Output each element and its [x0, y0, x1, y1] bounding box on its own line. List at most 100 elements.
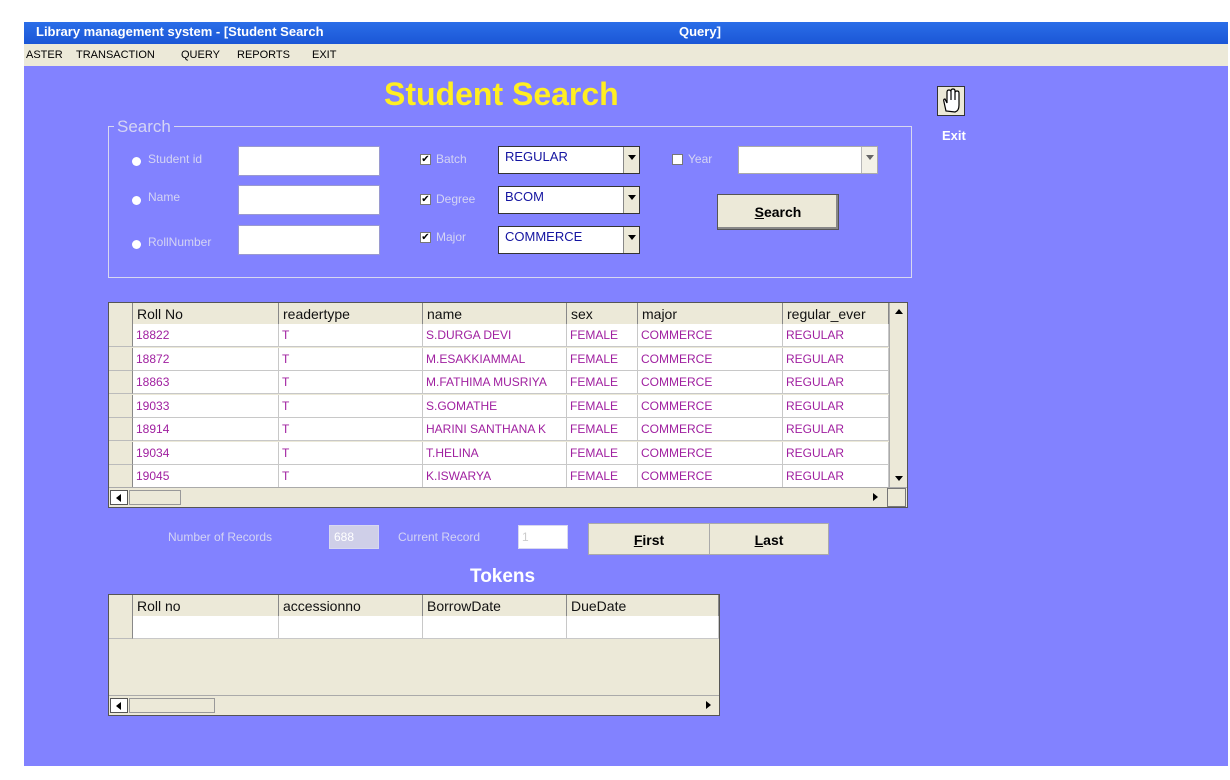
menu-exit[interactable]: EXIT — [312, 49, 336, 61]
table-row[interactable]: 18822 T S.DURGA DEVI FEMALE COMMERCE REGULAR — [109, 324, 889, 348]
current-record-field[interactable]: 1 — [518, 525, 568, 549]
table-cell[interactable]: 19045 — [133, 465, 279, 487]
table-cell[interactable]: FEMALE — [567, 347, 638, 371]
table-cell[interactable]: T — [279, 394, 423, 418]
scroll-right-icon[interactable] — [873, 493, 878, 501]
table-cell[interactable]: COMMERCE — [638, 418, 783, 441]
row-selector[interactable] — [109, 465, 133, 487]
menu-reports[interactable]: REPORTS — [237, 49, 290, 61]
table-cell[interactable]: S.DURGA DEVI — [423, 324, 567, 347]
table-row[interactable]: 19033 T S.GOMATHE FEMALE COMMERCE REGULAR — [109, 394, 889, 419]
table-cell[interactable]: REGULAR — [783, 394, 889, 418]
column-header[interactable]: accessionno — [279, 595, 423, 616]
menu-query[interactable]: QUERY — [181, 49, 220, 61]
search-button[interactable]: Search — [717, 194, 839, 230]
table-cell[interactable]: 19034 — [133, 441, 279, 465]
scroll-up-icon[interactable] — [895, 309, 903, 314]
table-cell[interactable]: FEMALE — [567, 418, 638, 441]
table-cell[interactable]: M.FATHIMA MUSRIYA — [423, 371, 567, 394]
major-select[interactable]: COMMERCE — [498, 226, 640, 254]
table-cell[interactable]: COMMERCE — [638, 441, 783, 465]
last-button[interactable]: Last — [709, 523, 829, 555]
table-cell[interactable] — [133, 616, 279, 639]
table-cell[interactable]: FEMALE — [567, 324, 638, 347]
table-cell[interactable]: M.ESAKKIAMMAL — [423, 347, 567, 371]
table-cell[interactable]: REGULAR — [783, 347, 889, 371]
table-cell[interactable]: COMMERCE — [638, 465, 783, 487]
table-row[interactable]: 18872 T M.ESAKKIAMMAL FEMALE COMMERCE REGULAR — [109, 347, 889, 372]
column-header[interactable]: Roll no — [133, 595, 279, 616]
column-header[interactable]: readertype — [279, 303, 423, 324]
table-cell[interactable]: T — [279, 347, 423, 371]
table-cell[interactable]: REGULAR — [783, 418, 889, 441]
results-vscrollbar[interactable] — [889, 303, 907, 487]
scroll-left-button[interactable] — [110, 490, 128, 505]
table-cell[interactable]: FEMALE — [567, 465, 638, 487]
table-cell[interactable]: REGULAR — [783, 441, 889, 465]
exit-button[interactable] — [937, 86, 965, 116]
table-cell[interactable]: FEMALE — [567, 394, 638, 418]
table-cell[interactable] — [279, 616, 423, 639]
table-cell[interactable]: 18914 — [133, 418, 279, 441]
tokens-scroll-left-button[interactable] — [110, 698, 128, 713]
table-cell[interactable]: COMMERCE — [638, 371, 783, 394]
column-header[interactable]: sex — [567, 303, 638, 324]
tokens-hscrollbar[interactable] — [109, 695, 719, 715]
tokens-scroll-thumb[interactable] — [129, 698, 215, 713]
tokens-empty-row[interactable] — [109, 616, 719, 640]
scroll-down-icon[interactable] — [895, 476, 903, 481]
table-cell[interactable]: REGULAR — [783, 324, 889, 347]
column-header[interactable]: Roll No — [133, 303, 279, 324]
student-id-field[interactable] — [238, 146, 380, 176]
table-cell[interactable]: T — [279, 418, 423, 441]
table-cell[interactable]: 18822 — [133, 324, 279, 347]
table-cell[interactable]: HARINI SANTHANA K — [423, 418, 567, 441]
table-row[interactable]: 18863 T M.FATHIMA MUSRIYA FEMALE COMMERCE REG… — [109, 371, 889, 395]
row-selector[interactable] — [109, 418, 133, 441]
table-cell[interactable]: T — [279, 371, 423, 394]
scroll-right-icon[interactable] — [706, 701, 711, 709]
table-cell[interactable] — [423, 616, 567, 639]
chevron-down-icon[interactable] — [623, 187, 639, 213]
scroll-thumb[interactable] — [129, 490, 181, 505]
table-cell[interactable]: T — [279, 465, 423, 487]
table-row[interactable]: 19034 T T.HELINA FEMALE COMMERCE REGULAR — [109, 441, 889, 466]
column-header[interactable]: major — [638, 303, 783, 324]
table-cell[interactable]: REGULAR — [783, 465, 889, 487]
column-header[interactable]: regular_ever — [783, 303, 889, 324]
tokens-grid[interactable]: Roll no accessionno BorrowDate DueDate — [108, 594, 720, 716]
row-selector[interactable] — [109, 371, 133, 394]
student-id-radio[interactable] — [132, 157, 141, 166]
menu-master[interactable]: ASTER — [26, 49, 63, 61]
first-button[interactable]: First — [588, 523, 710, 555]
batch-checkbox[interactable]: ✔ — [420, 154, 431, 165]
chevron-down-icon[interactable] — [623, 227, 639, 253]
column-header[interactable]: BorrowDate — [423, 595, 567, 616]
rollnumber-field[interactable] — [238, 225, 380, 255]
row-selector[interactable] — [109, 394, 133, 418]
table-cell[interactable]: T.HELINA — [423, 441, 567, 465]
table-cell[interactable]: S.GOMATHE — [423, 394, 567, 418]
row-selector[interactable] — [109, 616, 133, 639]
major-checkbox[interactable]: ✔ — [420, 232, 431, 243]
name-radio[interactable] — [132, 196, 141, 205]
table-row[interactable]: 19045 T K.ISWARYA FEMALE COMMERCE REGULAR — [109, 465, 889, 487]
table-cell[interactable]: REGULAR — [783, 371, 889, 394]
table-cell[interactable] — [567, 616, 719, 639]
menu-transaction[interactable]: TRANSACTION — [76, 49, 155, 61]
table-cell[interactable]: T — [279, 324, 423, 347]
table-cell[interactable]: FEMALE — [567, 371, 638, 394]
table-cell[interactable]: T — [279, 441, 423, 465]
table-cell[interactable]: COMMERCE — [638, 324, 783, 347]
chevron-down-icon[interactable] — [861, 147, 877, 173]
table-cell[interactable]: COMMERCE — [638, 347, 783, 371]
row-selector[interactable] — [109, 441, 133, 465]
table-cell[interactable]: 18863 — [133, 371, 279, 394]
column-header[interactable]: name — [423, 303, 567, 324]
results-grid[interactable]: Roll No readertype name sex major regular_eve… — [108, 302, 908, 508]
table-cell[interactable]: 18872 — [133, 347, 279, 371]
name-field[interactable] — [238, 185, 380, 215]
year-select[interactable] — [738, 146, 878, 174]
table-cell[interactable]: FEMALE — [567, 441, 638, 465]
row-selector[interactable] — [109, 324, 133, 347]
